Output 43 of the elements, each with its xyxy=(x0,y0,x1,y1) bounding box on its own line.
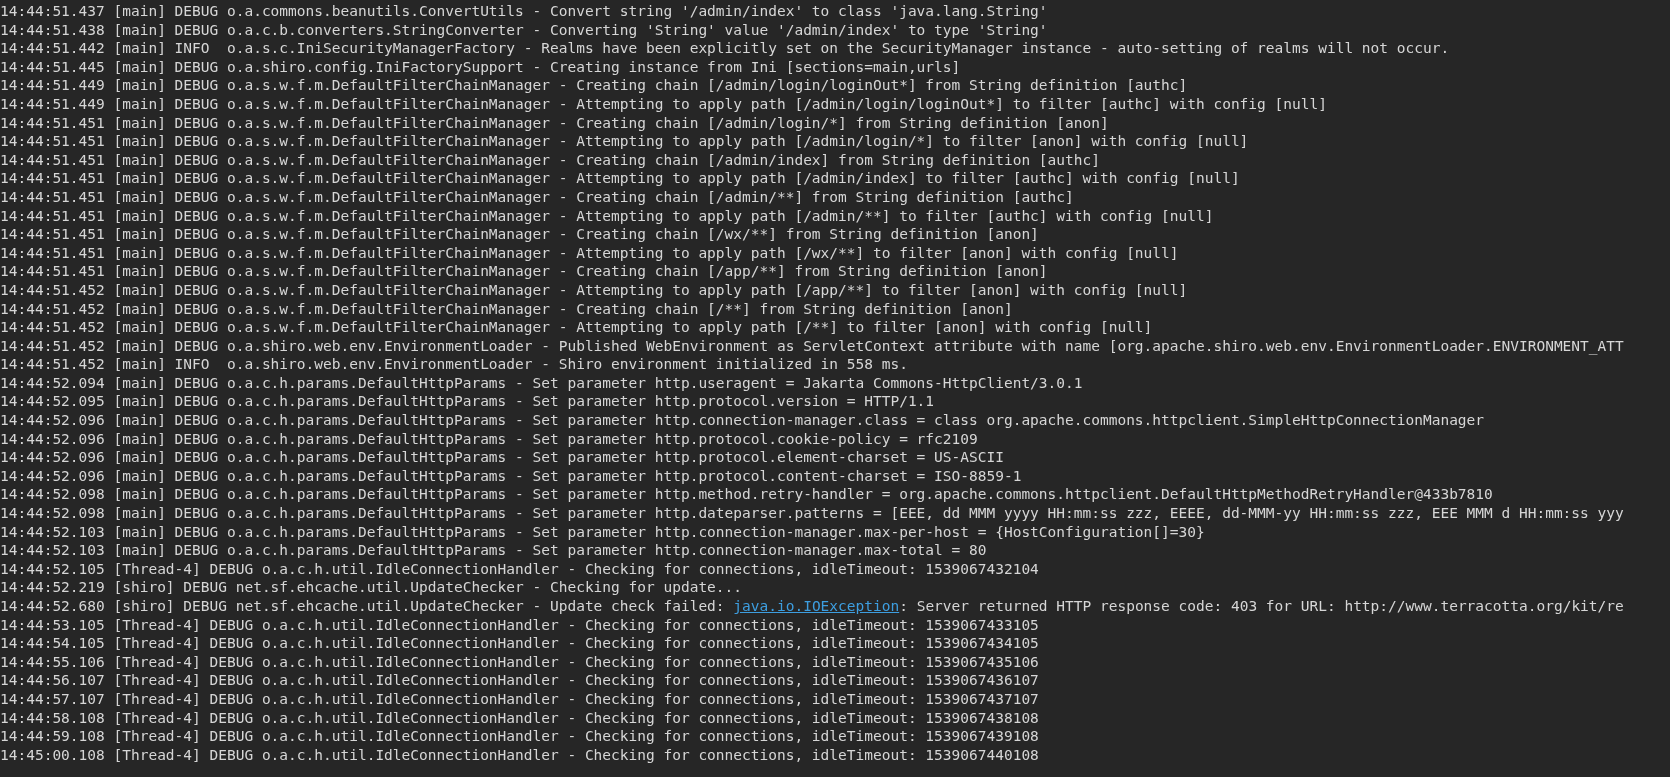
log-line: 14:44:51.445 [main] DEBUG o.a.shiro.config.IniFactorySupport - Creating instance from Ini [sections=main,urls] xyxy=(0,57,961,77)
log-line: 14:44:52.098 [main] DEBUG o.a.c.h.params.DefaultHttpParams - Set parameter http.dateparser.patterns = [EEE, dd MMM yyyy HH:mm:ss zzz, EEEE, dd-MMM-yy HH:mm:ss zzz, EEE MMM d HH:mm:ss yyy xyxy=(0,504,1624,523)
log-line: 14:44:51.452 [main] INFO o.a.shiro.web.env.EnvironmentLoader - Shiro environment initialized in 558 ms. xyxy=(0,355,908,374)
log-line: 14:44:52.680 [shiro] DEBUG net.sf.ehcache.util.UpdateChecker - Update check failed: xyxy=(0,598,726,614)
log-line: 14:44:51.451 [main] DEBUG o.a.s.w.f.m.DefaultFilterChainManager - Creating chain [/app/**] from String definition [anon] xyxy=(0,262,1048,281)
log-line: 14:44:51.451 [main] DEBUG o.a.s.w.f.m.DefaultFilterChainManager - Attempting to apply path [/admin/index] to filter [authc] with config [null] xyxy=(0,169,1240,188)
log-line: 14:44:52.098 [main] DEBUG o.a.c.h.params.DefaultHttpParams - Set parameter http.method.retry-handler = org.apache.commons.httpclient.DefaultHttpMethodRetryHandler@433b7810 xyxy=(0,485,1493,505)
log-line: 14:44:51.452 [main] DEBUG o.a.s.w.f.m.DefaultFilterChainManager - Attempting to apply path [/app/**] to filter [anon] with config [null] xyxy=(0,280,1188,300)
exception-link[interactable]: java.io.IOException xyxy=(733,598,900,614)
log-line: 14:44:51.451 [main] DEBUG o.a.s.w.f.m.DefaultFilterChainManager - Creating chain [/wx/**] from String definition [anon] xyxy=(0,225,1039,244)
log-line: 14:44:52.096 [main] DEBUG o.a.c.h.params.DefaultHttpParams - Set parameter http.protocol.cookie-policy = rfc2109 xyxy=(0,429,978,449)
log-line: 14:44:52.096 [main] DEBUG o.a.c.h.params.DefaultHttpParams - Set parameter http.connection-manager.class = class org.apache.commons.httpclient.SimpleHttpConnectionManager xyxy=(0,411,1485,430)
log-line: 14:44:51.451 [main] DEBUG o.a.s.w.f.m.DefaultFilterChainManager - Creating chain [/admin/**] from String definition [authc] xyxy=(0,187,1074,207)
log-line: 14:44:51.451 [main] DEBUG o.a.s.w.f.m.DefaultFilterChainManager - Creating chain [/admin/login/*] from String definition [anon] xyxy=(0,113,1109,133)
log-line: 14:44:51.451 [main] DEBUG o.a.s.w.f.m.DefaultFilterChainManager - Attempting to apply path [/admin/login/*] to filter [anon] with config [null] xyxy=(0,132,1249,151)
log-line: 14:44:52.094 [main] DEBUG o.a.c.h.params.DefaultHttpParams - Set parameter http.useragent = Jakarta Commons-HttpClient/3.0.1 xyxy=(0,373,1083,393)
log-line: : Server returned HTTP response code: 403 for URL: http://www.terracotta.org/kit/re xyxy=(899,598,1624,614)
log-line: 14:44:51.437 [main] DEBUG o.a.commons.beanutils.ConvertUtils - Convert string '/admin/index' to class 'java.lang.String' xyxy=(0,2,1048,21)
log-line: 14:44:52.219 [shiro] DEBUG net.sf.ehcache.util.UpdateChecker - Checking for update... xyxy=(0,578,743,597)
log-line: 14:44:51.451 [main] DEBUG o.a.s.w.f.m.DefaultFilterChainManager - Attempting to apply path [/admin/**] to filter [authc] with config [null] xyxy=(0,206,1214,226)
log-line: 14:44:52.095 [main] DEBUG o.a.c.h.params.DefaultHttpParams - Set parameter http.protocol.version = HTTP/1.1 xyxy=(0,392,935,412)
log-line: 14:44:51.449 [main] DEBUG o.a.s.w.f.m.DefaultFilterChainManager - Creating chain [/admin/login/loginOut*] from String definition [authc] xyxy=(0,76,1188,95)
log-line: 14:44:51.451 [main] DEBUG o.a.s.w.f.m.DefaultFilterChainManager - Creating chain [/admin/index] from String definition [authc] xyxy=(0,150,1100,170)
log-line: 14:44:52.103 [main] DEBUG o.a.c.h.params.DefaultHttpParams - Set parameter http.connection-manager.max-per-host = {HostConfiguration[]=30} xyxy=(0,522,1205,542)
log-line: 14:44:54.105 [Thread-4] DEBUG o.a.c.h.util.IdleConnectionHandler - Checking for connections, idleTimeout: 1539067434105 xyxy=(0,634,1039,653)
log-line: 14:44:56.107 [Thread-4] DEBUG o.a.c.h.util.IdleConnectionHandler - Checking for connections, idleTimeout: 1539067436107 xyxy=(0,671,1039,690)
log-line: 14:44:52.096 [main] DEBUG o.a.c.h.params.DefaultHttpParams - Set parameter http.protocol.content-charset = ISO-8859-1 xyxy=(0,466,1022,486)
log-line: 14:44:52.103 [main] DEBUG o.a.c.h.params.DefaultHttpParams - Set parameter http.connection-manager.max-total = 80 xyxy=(0,541,987,560)
log-line: 14:44:58.108 [Thread-4] DEBUG o.a.c.h.util.IdleConnectionHandler - Checking for connections, idleTimeout: 1539067438108 xyxy=(0,708,1039,728)
log-line: 14:44:51.438 [main] DEBUG o.a.c.b.converters.StringConverter - Converting 'String' value '/admin/index' to type 'String' xyxy=(0,20,1048,40)
log-line: 14:45:00.108 [Thread-4] DEBUG o.a.c.h.util.IdleConnectionHandler - Checking for connections, idleTimeout: 1539067440108 xyxy=(0,745,1039,765)
log-line: 14:44:53.105 [Thread-4] DEBUG o.a.c.h.util.IdleConnectionHandler - Checking for connections, idleTimeout: 1539067433105 xyxy=(0,615,1039,635)
log-line: 14:44:51.452 [main] DEBUG o.a.s.w.f.m.DefaultFilterChainManager - Creating chain [/**] from String definition [anon] xyxy=(0,299,1013,319)
log-line: 14:44:59.108 [Thread-4] DEBUG o.a.c.h.util.IdleConnectionHandler - Checking for connections, idleTimeout: 1539067439108 xyxy=(0,727,1039,746)
log-line: 14:44:51.451 [main] DEBUG o.a.s.w.f.m.DefaultFilterChainManager - Attempting to apply path [/wx/**] to filter [anon] with config [null] xyxy=(0,243,1179,263)
log-line: 14:44:51.442 [main] INFO o.a.s.c.IniSecurityManagerFactory - Realms have been explicitly set on the SecurityManager instance - auto-setting of realms will not occur. xyxy=(0,39,1450,58)
log-line: 14:44:51.452 [main] DEBUG o.a.s.w.f.m.DefaultFilterChainManager - Attempting to apply path [/**] to filter [anon] with config [null] xyxy=(0,318,1153,337)
log-line: 14:44:52.105 [Thread-4] DEBUG o.a.c.h.util.IdleConnectionHandler - Checking for connections, idleTimeout: 1539067432104 xyxy=(0,559,1039,579)
log-line: 14:44:51.452 [main] DEBUG o.a.shiro.web.env.EnvironmentLoader - Published WebEnvironment as ServletContext attribute with name [org.apache.shiro.web.env.EnvironmentLoader.ENVIRONMENT_ATT xyxy=(0,336,1624,356)
log-line: 14:44:51.449 [main] DEBUG o.a.s.w.f.m.DefaultFilterChainManager - Attempting to apply path [/admin/login/loginOut*] to filter [authc] with config [null] xyxy=(0,94,1327,114)
log-line: 14:44:55.106 [Thread-4] DEBUG o.a.c.h.util.IdleConnectionHandler - Checking for connections, idleTimeout: 1539067435106 xyxy=(0,652,1039,672)
log-line: 14:44:52.096 [main] DEBUG o.a.c.h.params.DefaultHttpParams - Set parameter http.protocol.element-charset = US-ASCII xyxy=(0,448,1004,467)
log-line: 14:44:57.107 [Thread-4] DEBUG o.a.c.h.util.IdleConnectionHandler - Checking for connections, idleTimeout: 1539067437107 xyxy=(0,689,1039,709)
